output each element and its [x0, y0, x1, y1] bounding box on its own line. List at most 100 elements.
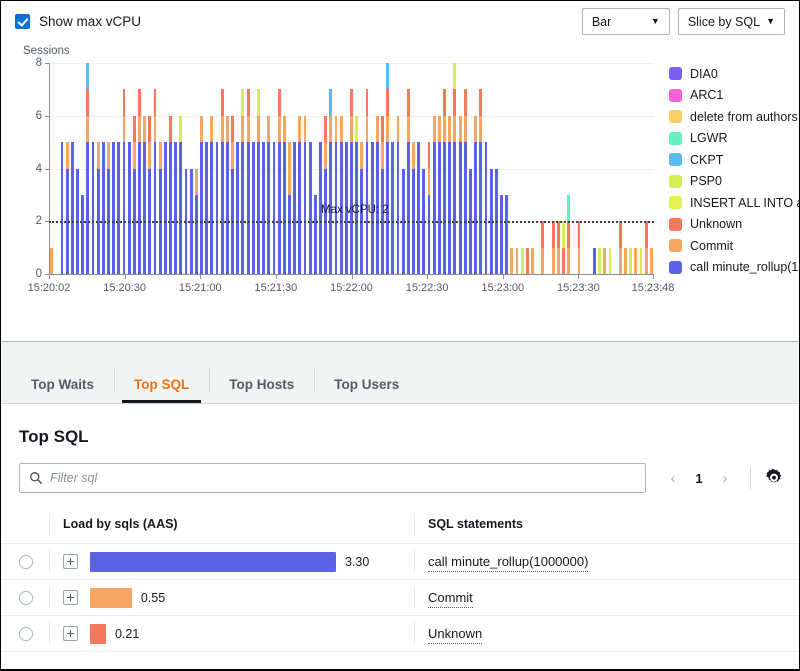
legend-item[interactable]: INSERT ALL INTO au	[669, 192, 800, 214]
tab-top-waits[interactable]: Top Waits	[11, 359, 114, 403]
chart-bar[interactable]	[86, 63, 89, 274]
gear-icon[interactable]	[763, 467, 785, 489]
tab-top-sql[interactable]: Top SQL	[114, 359, 209, 403]
chart-bar[interactable]	[412, 142, 415, 274]
chart-bar[interactable]	[247, 89, 250, 274]
chart-bar[interactable]	[453, 63, 456, 274]
chart-bar[interactable]	[407, 89, 410, 274]
legend-item[interactable]: LGWR	[669, 128, 800, 150]
tab-top-hosts[interactable]: Top Hosts	[209, 359, 314, 403]
legend-item[interactable]: PSP0	[669, 171, 800, 193]
chart-bar[interactable]	[298, 116, 301, 274]
chart-bar[interactable]	[386, 63, 389, 274]
chart-bar[interactable]	[438, 116, 441, 274]
chart-bar[interactable]	[603, 248, 606, 274]
column-header-sql[interactable]: SQL statements	[414, 507, 799, 544]
show-max-vcpu-control[interactable]: Show max vCPU	[15, 14, 141, 29]
chart-bar[interactable]	[71, 142, 74, 274]
column-header-load[interactable]: Load by sqls (AAS)	[49, 507, 414, 544]
chart-bar[interactable]	[252, 142, 255, 274]
sql-statement-link[interactable]: Unknown	[428, 626, 482, 644]
chart-bar[interactable]	[500, 195, 503, 274]
sql-statement-link[interactable]: call minute_rollup(1000000)	[428, 554, 588, 572]
chart-bar[interactable]	[464, 89, 467, 274]
chart-bar[interactable]	[293, 142, 296, 274]
chart-bar[interactable]	[159, 142, 162, 274]
tab-top-users[interactable]: Top Users	[314, 359, 419, 403]
table-row[interactable]: 3.30call minute_rollup(1000000)	[1, 544, 799, 580]
legend-item[interactable]: ARC1	[669, 85, 800, 107]
chart-bar[interactable]	[516, 248, 519, 274]
expand-row-icon[interactable]	[63, 554, 78, 569]
chart-bar[interactable]	[391, 142, 394, 274]
chart-bar[interactable]	[262, 142, 265, 274]
table-row[interactable]: 0.55Commit	[1, 580, 799, 616]
chart-bar[interactable]	[459, 116, 462, 274]
chart-bar[interactable]	[221, 89, 224, 274]
chart-bar[interactable]	[66, 142, 69, 274]
chart-bar[interactable]	[324, 116, 327, 274]
chart-bar[interactable]	[485, 142, 488, 274]
chart-bar[interactable]	[634, 248, 637, 274]
chart-bar[interactable]	[148, 116, 151, 274]
chart-bar[interactable]	[557, 221, 560, 274]
chart-bar[interactable]	[278, 89, 281, 274]
chart-bar[interactable]	[397, 116, 400, 274]
chart-bar[interactable]	[531, 248, 534, 274]
legend-item[interactable]: DIA0	[669, 63, 800, 85]
chart-bar[interactable]	[154, 89, 157, 274]
chart-bar[interactable]	[562, 221, 565, 274]
chart-bar[interactable]	[133, 116, 136, 274]
chart-bar[interactable]	[174, 142, 177, 274]
chart-bar[interactable]	[329, 89, 332, 274]
chart-bar[interactable]	[619, 221, 622, 274]
chart-bar[interactable]	[226, 116, 229, 274]
chart-bar[interactable]	[123, 89, 126, 274]
search-sql-box[interactable]: Filter sql	[19, 463, 646, 493]
chart-bar[interactable]	[304, 116, 307, 274]
chart-bar[interactable]	[417, 142, 420, 274]
chart-bar[interactable]	[231, 116, 234, 274]
expand-row-icon[interactable]	[63, 590, 78, 605]
chart-bar[interactable]	[645, 221, 648, 274]
chevron-left-icon[interactable]: ‹	[660, 465, 686, 491]
chart-bar[interactable]	[273, 142, 276, 274]
chart-bar[interactable]	[381, 116, 384, 274]
chart-bar[interactable]	[350, 89, 353, 274]
sql-statement-link[interactable]: Commit	[428, 590, 473, 608]
page-number[interactable]: 1	[688, 471, 710, 486]
chart-bar[interactable]	[241, 89, 244, 274]
chart-canvas[interactable]: 02468 15:20:0215:20:3015:21:0015:21:3015…	[49, 63, 654, 275]
chart-bar[interactable]	[598, 248, 601, 274]
row-radio-button[interactable]	[19, 627, 33, 641]
chart-bar[interactable]	[552, 221, 555, 274]
chart-bar[interactable]	[428, 142, 431, 274]
chart-bar[interactable]	[541, 221, 544, 274]
chart-bar[interactable]	[505, 195, 508, 274]
chart-bar[interactable]	[61, 142, 64, 274]
chart-bar[interactable]	[335, 116, 338, 274]
chart-bar[interactable]	[609, 248, 612, 274]
chart-bar[interactable]	[288, 142, 291, 274]
row-radio-button[interactable]	[19, 555, 33, 569]
show-max-vcpu-checkbox[interactable]	[15, 14, 30, 29]
chart-bar[interactable]	[578, 221, 581, 274]
legend-item[interactable]: Commit	[669, 235, 800, 257]
expand-row-icon[interactable]	[63, 626, 78, 641]
chart-bar[interactable]	[205, 142, 208, 274]
chart-bar[interactable]	[355, 116, 358, 274]
slice-by-select[interactable]: Slice by SQL ▼	[678, 8, 785, 35]
chart-bar[interactable]	[179, 116, 182, 274]
chart-bar[interactable]	[650, 248, 653, 274]
chart-bar[interactable]	[236, 142, 239, 274]
chart-bar[interactable]	[102, 142, 105, 274]
chart-bar[interactable]	[624, 248, 627, 274]
chart-bar[interactable]	[200, 116, 203, 274]
chart-bar[interactable]	[567, 195, 570, 274]
chart-bar[interactable]	[210, 116, 213, 274]
chart-bar[interactable]	[267, 116, 270, 274]
chart-bar[interactable]	[510, 248, 513, 274]
legend-item[interactable]: Unknown	[669, 214, 800, 236]
chart-bar[interactable]	[433, 116, 436, 274]
chart-type-select[interactable]: Bar ▼	[582, 8, 670, 35]
